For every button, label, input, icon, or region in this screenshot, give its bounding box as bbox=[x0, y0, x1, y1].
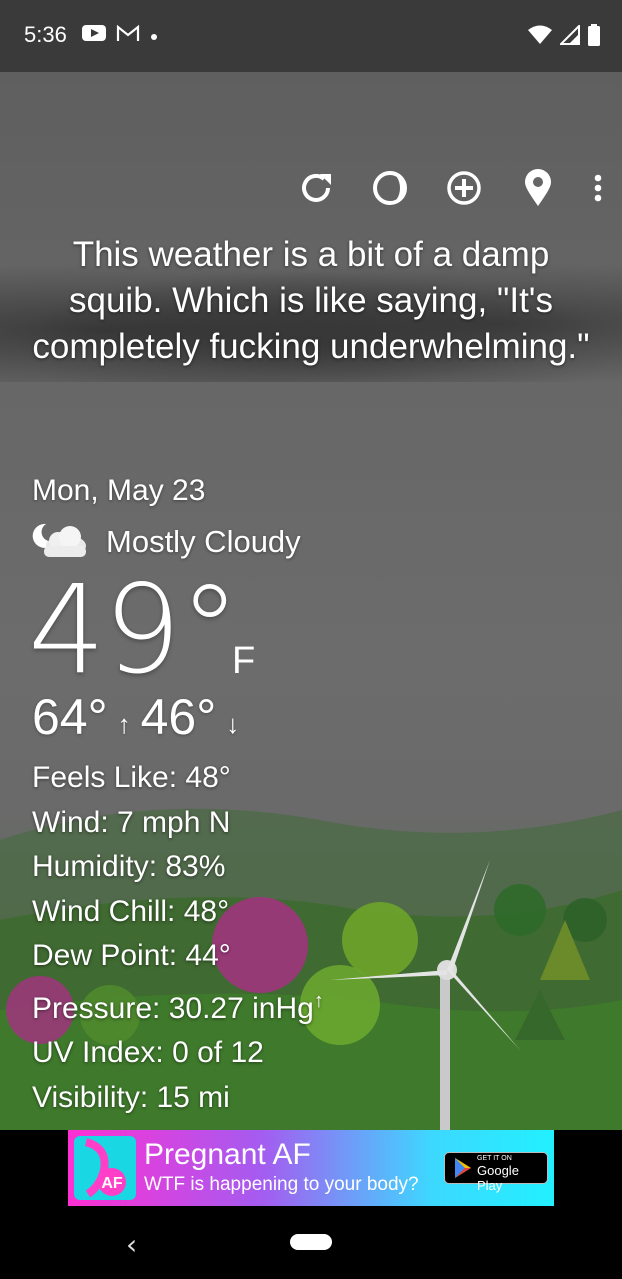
wind-chill: Wind Chill: 48° bbox=[32, 894, 230, 928]
back-button[interactable]: ‹ bbox=[126, 1228, 137, 1261]
location-button[interactable] bbox=[518, 166, 558, 210]
google-play-badge[interactable]: GET IT ON Google Play bbox=[444, 1152, 548, 1193]
dot-icon bbox=[150, 26, 158, 45]
low-temp: 46° bbox=[140, 689, 217, 745]
store-small-text: GET IT ON bbox=[477, 1155, 512, 1162]
location-pin-icon bbox=[525, 169, 551, 206]
pressure-row: Pressure: 30.27 inHg↑ bbox=[32, 979, 324, 1032]
add-location-icon bbox=[447, 171, 481, 205]
current-temperature: 49° bbox=[28, 559, 240, 701]
more-menu-icon bbox=[594, 174, 602, 202]
condition-row: Mostly Cloudy bbox=[32, 520, 301, 564]
pressure-trend-icon: ↑ bbox=[313, 989, 324, 1012]
ad-title: Pregnant AF bbox=[144, 1138, 311, 1171]
pressure: Pressure: 30.27 inHg bbox=[32, 991, 314, 1025]
feels-like: Feels Like: 48° bbox=[32, 761, 231, 794]
google-play-icon bbox=[455, 1158, 471, 1178]
wifi-icon bbox=[528, 25, 552, 49]
high-temp: 64° bbox=[32, 689, 108, 745]
store-big-text: Google Play bbox=[477, 1163, 519, 1193]
high-low: 64° ↑ 46° ↓ bbox=[32, 688, 239, 746]
refresh-button[interactable] bbox=[296, 166, 336, 210]
visibility: Visibility: 15 mi bbox=[32, 1080, 230, 1114]
ad-banner[interactable]: AF Pregnant AF WTF is happening to your … bbox=[68, 1130, 554, 1206]
status-bar: 5:36 bbox=[0, 0, 622, 72]
forecast-date: Mon, May 23 bbox=[32, 474, 206, 507]
refresh-icon bbox=[302, 173, 331, 202]
status-icons-left bbox=[82, 24, 158, 46]
ad-app-logo: AF bbox=[74, 1136, 136, 1200]
theme-button[interactable] bbox=[370, 166, 410, 210]
home-pill[interactable] bbox=[290, 1234, 332, 1250]
weather-quote: This weather is a bit of a damp squib. W… bbox=[32, 235, 590, 366]
status-time: 5:36 bbox=[24, 22, 67, 47]
more-menu-button[interactable] bbox=[592, 166, 604, 210]
temperature-unit: F bbox=[232, 640, 256, 682]
signal-icon bbox=[558, 23, 580, 49]
ad-container: AF Pregnant AF WTF is happening to your … bbox=[0, 1130, 622, 1220]
status-icons-right bbox=[528, 23, 600, 50]
high-arrow-icon: ↑ bbox=[117, 709, 131, 739]
system-nav-bar: ‹ bbox=[0, 1220, 622, 1279]
add-location-button[interactable] bbox=[444, 166, 484, 210]
humidity: Humidity: 83% bbox=[32, 850, 226, 883]
partly-cloudy-night-icon bbox=[32, 520, 90, 564]
ad-logo-text: AF bbox=[101, 1175, 123, 1192]
toolbar bbox=[296, 166, 604, 210]
theme-icon bbox=[373, 171, 407, 205]
uv-index: UV Index: 0 of 12 bbox=[32, 1036, 264, 1069]
weather-details: Feels Like: 48° Wind: 7 mph N Humidity: … bbox=[32, 756, 324, 1120]
dew-point: Dew Point: 44° bbox=[32, 939, 231, 972]
battery-icon bbox=[588, 24, 600, 50]
ad-subtitle: WTF is happening to your body? bbox=[144, 1174, 419, 1195]
wind: Wind: 7 mph N bbox=[32, 805, 231, 839]
condition-text: Mostly Cloudy bbox=[106, 524, 301, 559]
gmail-icon bbox=[116, 24, 140, 46]
low-arrow-icon: ↓ bbox=[226, 709, 240, 739]
youtube-icon bbox=[82, 24, 106, 46]
